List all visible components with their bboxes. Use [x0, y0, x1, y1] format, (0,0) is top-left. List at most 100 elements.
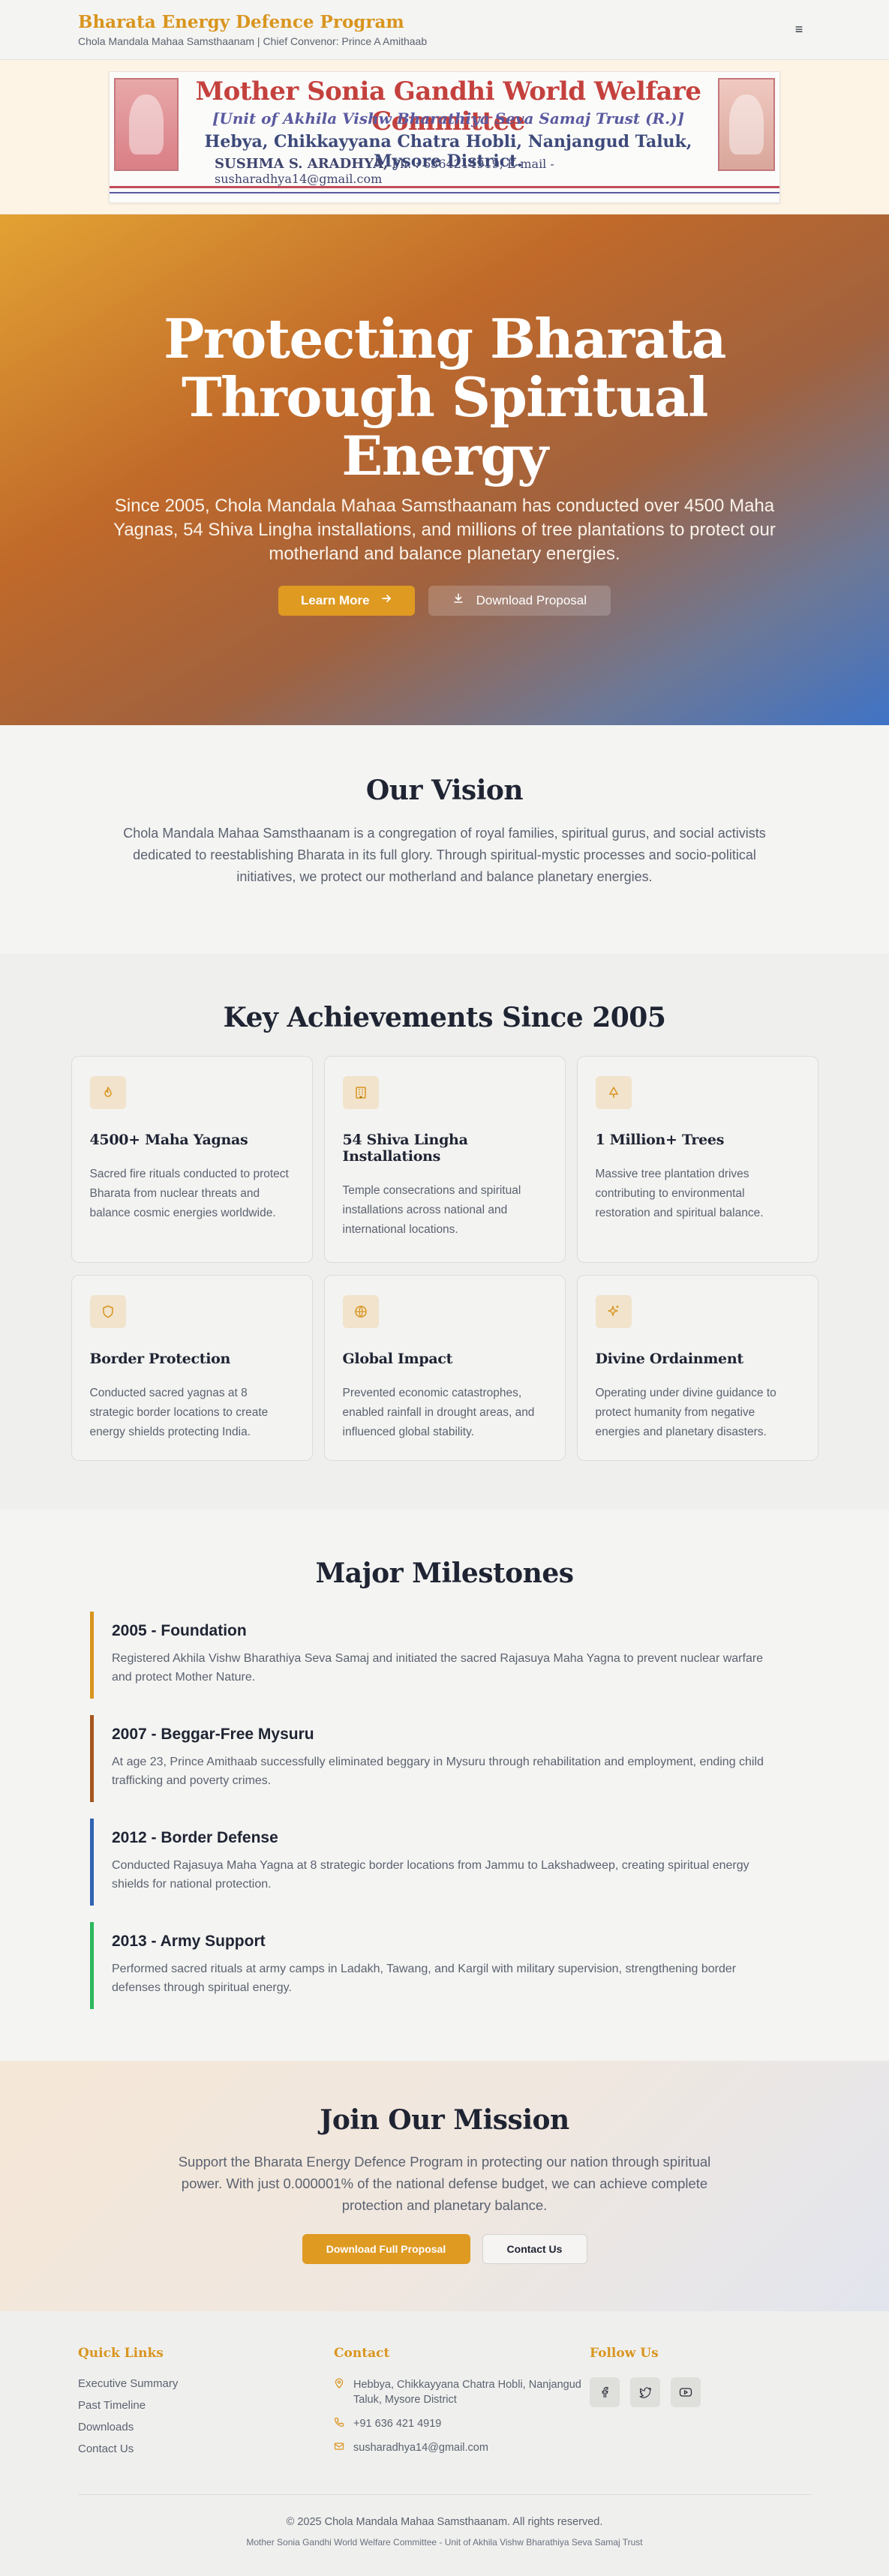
site-title[interactable]: Bharata Energy Defence Program [78, 12, 427, 32]
download-proposal-label: Download Proposal [476, 592, 587, 607]
tree-icon [595, 1076, 632, 1109]
site-header: Bharata Energy Defence Program Chola Man… [0, 0, 889, 60]
milestones-timeline: 2005 - Foundation Registered Akhila Vish… [90, 1612, 799, 2009]
vision-title: Our Vision [365, 775, 524, 806]
map-pin-icon [334, 2377, 346, 2407]
footer-link-downloads[interactable]: Downloads [78, 2421, 334, 2434]
hero-title: Protecting Bharata Through Spiritual Ene… [164, 306, 726, 487]
vision-section: Our Vision Chola Mandala Mahaa Samsthaan… [0, 725, 889, 954]
download-full-proposal-button[interactable]: Download Full Proposal [302, 2234, 470, 2264]
phone-icon [334, 2416, 346, 2431]
achievements-title: Key Achievements Since 2005 [223, 1002, 666, 1033]
achievement-card: 4500+ Maha Yagnas Sacred fire rituals co… [71, 1056, 313, 1263]
milestone-title: 2012 - Border Defense [112, 1829, 278, 1846]
achievement-card: Divine Ordainment Operating under divine… [576, 1275, 818, 1461]
milestone-text: Registered Akhila Vishw Bharathiya Seva … [112, 1652, 764, 1684]
download-icon [452, 592, 464, 608]
achievements-section: Key Achievements Since 2005 4500+ Maha Y… [0, 954, 889, 1510]
footer-link-contact-us[interactable]: Contact Us [78, 2443, 334, 2455]
mail-icon [334, 2440, 346, 2455]
milestone-text: Conducted Rajasuya Maha Yagna at 8 strat… [112, 1859, 749, 1891]
footer-quick-links: Quick Links Executive Summary Past Timel… [78, 2346, 334, 2464]
site-footer: Quick Links Executive Summary Past Timel… [0, 2311, 889, 2576]
menu-icon[interactable]: ≡ [787, 22, 811, 37]
join-actions: Download Full Proposal Contact Us [0, 2234, 889, 2264]
join-text: Support the Bharata Energy Defence Progr… [178, 2154, 711, 2213]
achievement-card: 54 Shiva Lingha Installations Temple con… [323, 1056, 566, 1263]
social-links [590, 2377, 811, 2407]
brand[interactable]: Bharata Energy Defence Program Chola Man… [78, 12, 427, 47]
milestones-section: Major Milestones 2005 - Foundation Regis… [0, 1510, 889, 2061]
leader-portrait [718, 77, 775, 171]
milestone-item: 2007 - Beggar-Free Mysuru At age 23, Pri… [90, 1715, 799, 1802]
achievement-title: 4500+ Maha Yagnas [89, 1132, 248, 1148]
letterhead-section: Mother Sonia Gandhi World Welfare Commit… [0, 60, 889, 214]
achievement-card: Global Impact Prevented economic catastr… [323, 1275, 566, 1461]
milestones-title: Major Milestones [315, 1558, 574, 1589]
milestone-title: 2007 - Beggar-Free Mysuru [112, 1726, 314, 1743]
footer-bottom: © 2025 Chola Mandala Mahaa Samsthaanam. … [78, 2494, 811, 2548]
letterhead-image: Mother Sonia Gandhi World Welfare Commit… [109, 70, 780, 203]
phone-text: +91 636 421 4919 [353, 2418, 442, 2430]
milestone-item: 2005 - Foundation Registered Akhila Vish… [90, 1612, 799, 1699]
footer-phone[interactable]: +91 636 421 4919 [334, 2416, 590, 2431]
milestone-item: 2013 - Army Support Performed sacred rit… [90, 1922, 799, 2009]
achievement-text: Prevented economic catastrophes, enabled… [342, 1387, 535, 1438]
learn-more-label: Learn More [300, 592, 370, 607]
quick-links-title: Quick Links [78, 2346, 164, 2361]
hero-actions: Learn More Download Proposal [278, 585, 611, 616]
achievement-text: Massive tree plantation drives contribut… [595, 1168, 764, 1219]
letterhead-trust: [Unit of Akhila Vishw Bharathiya Seva Sa… [212, 109, 685, 127]
flame-icon [89, 1076, 126, 1109]
achievement-text: Sacred fire rituals conducted to protect… [89, 1168, 289, 1219]
letterhead-title: Mother Sonia Gandhi World Welfare Commit… [195, 76, 701, 136]
footer-columns: Quick Links Executive Summary Past Timel… [78, 2346, 811, 2464]
footer-link-past-timeline[interactable]: Past Timeline [78, 2399, 334, 2412]
saint-portrait [114, 77, 179, 171]
site-subtitle: Chola Mandala Mahaa Samsthaanam | Chief … [78, 35, 428, 47]
follow-title: Follow Us [590, 2346, 659, 2361]
milestone-title: 2005 - Foundation [112, 1622, 247, 1639]
achievement-title: 54 Shiva Lingha Installations [342, 1132, 468, 1165]
achievement-card: 1 Million+ Trees Massive tree plantation… [576, 1056, 818, 1263]
address-text: Hebbya, Chikkayyana Chatra Hobli, Nanjan… [353, 2379, 581, 2406]
contact-title: Contact [334, 2346, 390, 2361]
achievement-title: 1 Million+ Trees [595, 1132, 725, 1148]
milestone-text: Performed sacred rituals at army camps i… [112, 1963, 737, 1994]
youtube-icon[interactable] [671, 2377, 701, 2407]
copyright-text: © 2025 Chola Mandala Mahaa Samsthaanam. … [286, 2516, 603, 2528]
hero-section: Protecting Bharata Through Spiritual Ene… [0, 214, 889, 725]
milestone-item: 2012 - Border Defense Conducted Rajasuya… [90, 1819, 799, 1906]
sparkles-icon [595, 1295, 632, 1328]
learn-more-button[interactable]: Learn More [278, 585, 415, 616]
globe-icon [342, 1295, 379, 1328]
contact-us-button[interactable]: Contact Us [482, 2234, 587, 2264]
footer-link-executive-summary[interactable]: Executive Summary [78, 2377, 334, 2390]
letterhead-name: SUSHMA S. ARADHYA, [215, 155, 389, 172]
achievement-card: Border Protection Conducted sacred yagna… [71, 1275, 313, 1461]
building-icon [342, 1076, 379, 1109]
vision-text: Chola Mandala Mahaa Samsthaanam is a con… [123, 826, 766, 884]
footer-contact: Contact Hebbya, Chikkayyana Chatra Hobli… [334, 2346, 590, 2464]
achievement-title: Global Impact [342, 1351, 453, 1367]
download-proposal-button[interactable]: Download Proposal [428, 585, 611, 616]
email-text: susharadhya14@gmail.com [353, 2442, 488, 2454]
footer-social: Follow Us [590, 2346, 811, 2464]
shield-icon [89, 1295, 126, 1328]
letterhead-divider [110, 185, 779, 188]
achievement-text: Operating under divine guidance to prote… [595, 1387, 776, 1438]
facebook-icon[interactable] [590, 2377, 620, 2407]
join-section: Join Our Mission Support the Bharata Ene… [0, 2061, 889, 2311]
milestone-text: At age 23, Prince Amithaab successfully … [112, 1756, 764, 1787]
footer-email[interactable]: susharadhya14@gmail.com [334, 2440, 590, 2455]
letterhead-divider [110, 191, 779, 193]
achievement-title: Divine Ordainment [595, 1351, 744, 1367]
achievements-grid: 4500+ Maha Yagnas Sacred fire rituals co… [0, 1056, 889, 1461]
milestone-title: 2013 - Army Support [112, 1933, 266, 1950]
hero-description: Since 2005, Chola Mandala Mahaa Samsthaa… [113, 495, 776, 564]
achievement-text: Temple consecrations and spiritual insta… [342, 1184, 521, 1236]
letterhead-contact: SUSHMA S. ARADHYA, Ph. : 6364214919, E-m… [215, 156, 708, 186]
twitter-icon[interactable] [630, 2377, 660, 2407]
arrow-right-icon [380, 592, 392, 608]
achievement-title: Border Protection [89, 1351, 231, 1367]
